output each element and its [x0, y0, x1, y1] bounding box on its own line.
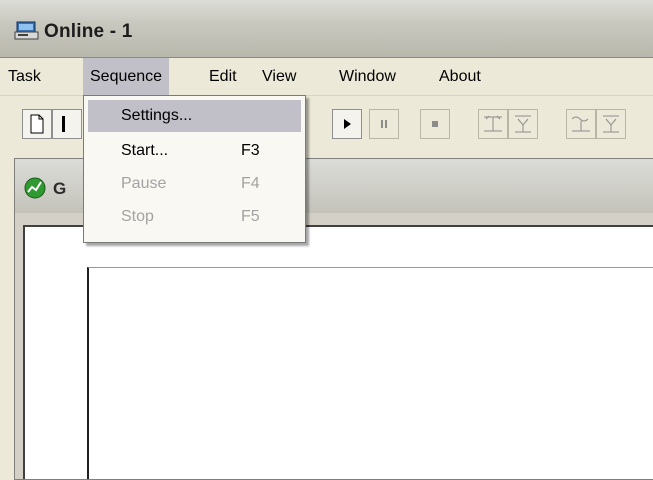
plot-area[interactable]: [87, 267, 653, 479]
menu-item-stop[interactable]: Stop F5: [88, 201, 301, 233]
sequence-dropdown-menu: Settings... Start... F3 Pause F4 Stop F5: [83, 95, 306, 243]
menu-item-shortcut: F4: [241, 175, 260, 192]
menu-edit[interactable]: Edit: [202, 58, 244, 95]
graph-icon: [24, 177, 46, 199]
menu-item-shortcut: F5: [241, 208, 260, 225]
menu-sequence[interactable]: Sequence: [83, 58, 170, 95]
zoom-x-icon: [484, 115, 502, 132]
zoom-y-alt-button[interactable]: [596, 109, 626, 139]
menu-task[interactable]: Task: [1, 58, 48, 95]
menu-item-shortcut: F3: [241, 142, 260, 159]
menu-item-label: Start...: [121, 142, 169, 159]
open-icon: [62, 116, 65, 132]
menu-item-label: Stop: [121, 208, 154, 225]
menu-window[interactable]: Window: [332, 58, 403, 95]
pause-button[interactable]: [369, 109, 399, 139]
new-icon: [30, 114, 44, 134]
graph-window-title: G: [53, 179, 67, 198]
menu-item-pause[interactable]: Pause F4: [88, 168, 301, 200]
zoom-y-alt-icon: [603, 115, 619, 133]
new-button[interactable]: [22, 109, 52, 139]
menu-about[interactable]: About: [432, 58, 488, 95]
zoom-x-button[interactable]: [478, 109, 508, 139]
menu-bar: Task Sequence Edit View Window About: [0, 58, 653, 96]
play-button[interactable]: [332, 109, 362, 139]
menu-item-start[interactable]: Start... F3: [88, 135, 301, 167]
graph-client-area: [23, 225, 653, 479]
pause-icon: [381, 120, 387, 128]
menu-item-settings[interactable]: Settings...: [88, 100, 301, 132]
zoom-x-alt-icon: [571, 116, 590, 132]
open-button[interactable]: [52, 109, 82, 139]
menu-view[interactable]: View: [255, 58, 303, 95]
zoom-y-icon: [515, 115, 531, 133]
menu-item-label: Pause: [121, 175, 167, 192]
stop-button[interactable]: [420, 109, 450, 139]
stop-icon: [432, 121, 438, 127]
window-title: Online - 1: [44, 21, 133, 42]
app-icon: [14, 21, 39, 40]
play-icon: [344, 119, 351, 129]
menu-item-label: Settings...: [121, 107, 193, 124]
zoom-y-button[interactable]: [508, 109, 538, 139]
title-bar[interactable]: Online - 1: [0, 0, 653, 58]
zoom-x-alt-button[interactable]: [566, 109, 596, 139]
